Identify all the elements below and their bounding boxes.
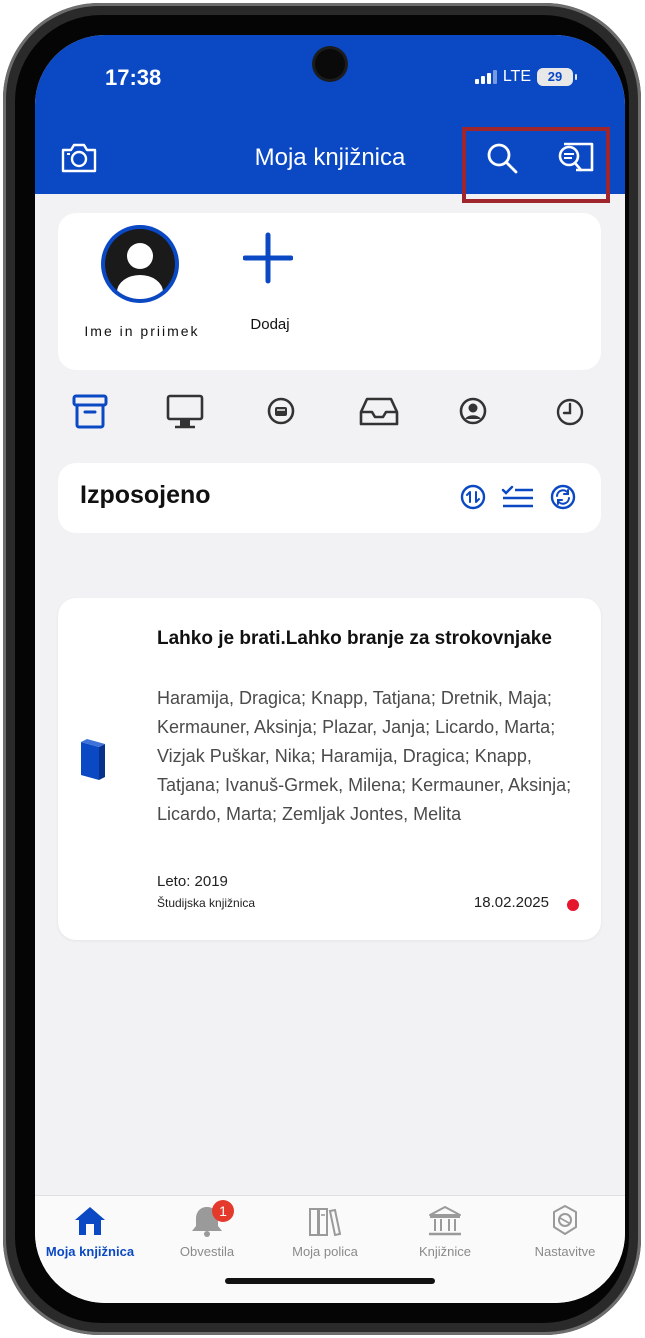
bottom-navigation: Moja knjižnica 1 Obvestila Moja polica K… <box>35 1195 625 1303</box>
person-icon <box>105 229 175 299</box>
status-time: 17:38 <box>105 65 162 90</box>
library-building-icon <box>429 1206 461 1236</box>
home-icon <box>75 1207 105 1235</box>
inbox-icon[interactable] <box>357 390 401 434</box>
nav-label-shelf: Moja polica <box>292 1244 358 1259</box>
top-app-bar: 17:38 LTE 29 Moja knjižnica <box>35 35 625 203</box>
network-label: LTE <box>502 68 531 85</box>
book-icon <box>78 738 108 782</box>
sort-icon[interactable] <box>459 483 487 515</box>
section-header: Izposojeno <box>58 463 601 533</box>
history-icon[interactable] <box>548 390 592 434</box>
nav-label-notifications: Obvestila <box>179 1244 235 1259</box>
nav-notifications[interactable]: 1 Obvestila <box>152 1200 262 1259</box>
status-dot <box>567 899 579 911</box>
nav-label-settings: Nastavitve <box>534 1244 596 1259</box>
refresh-icon[interactable] <box>549 483 577 515</box>
book-library: Študijska knjižnica <box>157 896 256 910</box>
checklist-icon[interactable] <box>501 483 535 515</box>
front-camera <box>315 49 345 79</box>
section-actions <box>459 483 577 515</box>
nav-label-home: Moja knjižnica <box>45 1244 135 1259</box>
notification-badge: 1 <box>212 1200 234 1222</box>
settings-icon <box>553 1205 577 1235</box>
nav-settings[interactable]: Nastavitve <box>510 1204 620 1259</box>
loan-item[interactable]: Lahko je brati.Lahko branje za strokovnj… <box>58 598 601 940</box>
status-indicators: LTE 29 <box>474 68 577 86</box>
reservation-icon[interactable] <box>259 390 303 434</box>
app-screen: 17:38 LTE 29 Moja knjižnica Ime in priim… <box>35 35 625 1303</box>
user-circle-icon[interactable] <box>451 390 495 434</box>
home-indicator[interactable] <box>225 1278 435 1284</box>
nav-home[interactable]: Moja knjižnica <box>35 1204 145 1259</box>
section-title: Izposojeno <box>80 481 211 509</box>
book-title: Lahko je brati.Lahko branje za strokovnj… <box>157 628 552 649</box>
signal-icon <box>474 70 497 84</box>
nav-libraries[interactable]: Knjižnice <box>390 1204 500 1259</box>
profile-name: Ime in priimek <box>84 323 200 339</box>
archive-icon[interactable] <box>68 390 112 434</box>
highlight-box <box>462 127 610 203</box>
avatar[interactable] <box>101 225 179 303</box>
battery-icon: 29 <box>537 68 577 86</box>
book-year: Leto: 2019 <box>157 873 228 890</box>
add-account-label[interactable]: Dodaj <box>238 316 302 333</box>
profile-card: Ime in priimek Dodaj <box>58 213 601 370</box>
book-authors: Haramija, Dragica; Knapp, Tatjana; Dretn… <box>157 688 572 824</box>
desktop-icon[interactable] <box>163 390 207 434</box>
category-tabs <box>35 390 625 440</box>
nav-label-libraries: Knjižnice <box>418 1244 472 1259</box>
nav-shelf[interactable]: Moja polica <box>270 1204 380 1259</box>
bookshelf-icon <box>309 1208 342 1237</box>
due-date: 18.02.2025 <box>473 894 549 911</box>
plus-icon[interactable] <box>242 231 294 286</box>
